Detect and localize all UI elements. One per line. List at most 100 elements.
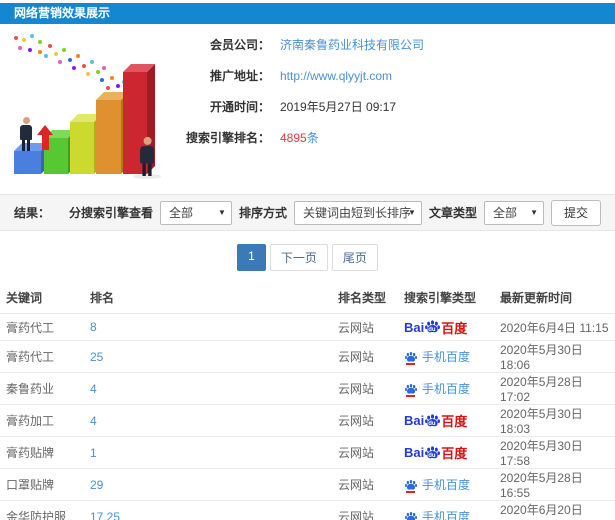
baidu-pc-du: du — [428, 327, 436, 333]
rank-link[interactable]: 29 — [90, 478, 103, 492]
update-time-cell: 2020年6月4日 11:15 — [500, 320, 609, 335]
rank-type-cell: 云网站 — [338, 350, 375, 364]
update-time-cell: 2020年5月28日 17:02 — [500, 375, 583, 404]
engine-view-select[interactable]: 全部 ▼ — [159, 200, 232, 225]
submit-button[interactable]: 提交 — [550, 199, 601, 226]
member-company-link[interactable]: 济南秦鲁药业科技有限公司 — [280, 36, 424, 53]
baidu-pc-logo: Bai du 百度 — [404, 411, 467, 430]
bar-blue — [14, 151, 41, 174]
engine-view-label: 分搜索引擎查看 — [68, 206, 153, 220]
rank-type-cell: 云网站 — [338, 446, 375, 460]
baidu-pc-logo: Bai du 百度 — [404, 318, 467, 337]
sort-label: 排序方式 — [238, 206, 287, 220]
page-header: 网络营销效果展示 — [0, 3, 615, 24]
member-info-section: 会员公司： 济南秦鲁药业科技有限公司 推广地址： http://www.qlyy… — [0, 24, 615, 186]
baidu-pc-cn: 百度 — [441, 446, 468, 461]
baidu-mobile-label: 手机百度 — [422, 477, 471, 492]
chevron-down-icon: ▼ — [218, 207, 226, 217]
up-arrow-icon — [37, 125, 53, 150]
open-time-row: 开通时间： 2019年5月27日 09:17 — [178, 98, 424, 115]
page-1-button[interactable]: 1 — [237, 244, 266, 271]
update-time-cell: 2020年5月30日 17:58 — [500, 439, 583, 468]
baidu-mobile-logo: 手机百度 — [404, 508, 470, 520]
table-row: 膏药加工 4 云网站 Bai du 百度 2020年5月30日 18:03 — [0, 404, 615, 437]
baidu-mobile-label: 手机百度 — [422, 381, 471, 396]
bar-orange — [96, 100, 121, 174]
table-row: 秦鲁药业 4 云网站 手机百度 2020年5月28日 17:02 — [0, 372, 615, 405]
filter-controls: 分搜索引擎查看 全部 ▼ 排序方式 关键词由短到长排序 ▼ 文章类型 全部 ▼ … — [68, 199, 601, 226]
baidu-paw-icon — [404, 382, 418, 397]
rank-count: 4895 — [280, 131, 307, 145]
update-time-cell: 2020年5月28日 16:55 — [500, 471, 583, 500]
baidu-pc-du: du — [428, 420, 436, 427]
baidu-pc-bai: Bai — [404, 413, 425, 428]
result-label: 结果： — [14, 206, 51, 220]
keyword-cell: 膏药贴牌 — [6, 446, 55, 460]
table-row: 膏药代工 8 云网站 Bai du 百度 2020年6月4日 11:15 — [0, 313, 615, 341]
header-keyword: 关键词 — [6, 291, 43, 305]
header-engine-type: 搜索引擎类型 — [404, 291, 477, 305]
header-rank: 排名 — [90, 291, 115, 305]
table-row: 口罩贴牌 29 云网站 手机百度 2020年5月28日 16:55 — [0, 468, 615, 501]
baidu-paw-icon — [404, 510, 418, 520]
baidu-paw-icon — [404, 478, 418, 493]
update-time-cell: 2020年6月20日 09:25 — [500, 503, 583, 520]
engine-rank-row: 搜索引擎排名： 4895条 — [178, 129, 424, 146]
sort-selected: 关键词由短到长排序 — [302, 205, 411, 220]
last-page-button[interactable]: 尾页 — [331, 244, 378, 271]
rank-link[interactable]: 25 — [90, 350, 103, 364]
rank-link[interactable]: 4 — [90, 382, 97, 396]
keyword-cell: 金华防护服 — [6, 510, 67, 520]
filter-bar: 结果： 分搜索引擎查看 全部 ▼ 排序方式 关键词由短到长排序 ▼ 文章类型 全… — [0, 194, 615, 231]
keyword-cell: 膏药代工 — [6, 320, 55, 335]
table-row: 金华防护服 17,25 云网站 手机百度 2020年6月20日 09:25 — [0, 500, 615, 520]
baidu-mobile-label: 手机百度 — [422, 509, 471, 520]
update-time-cell: 2020年5月30日 18:06 — [500, 343, 583, 372]
promo-url-label: 推广地址： — [209, 69, 270, 83]
article-type-label: 文章类型 — [428, 206, 477, 220]
pagination: 1 下一页 尾页 — [0, 244, 615, 271]
sort-select[interactable]: 关键词由短到长排序 ▼ — [293, 200, 422, 225]
keyword-cell: 膏药代工 — [6, 350, 55, 364]
member-company-row: 会员公司： 济南秦鲁药业科技有限公司 — [178, 36, 424, 53]
promo-url-row: 推广地址： http://www.qlyyjt.com — [178, 67, 424, 84]
open-time-label: 开通时间： — [209, 100, 270, 114]
baidu-mobile-logo: 手机百度 — [404, 380, 470, 397]
next-page-button[interactable]: 下一页 — [269, 244, 328, 271]
businessman-left-figure — [18, 117, 34, 151]
keyword-cell: 口罩贴牌 — [6, 478, 55, 492]
baidu-pc-cn: 百度 — [441, 320, 468, 336]
growth-chart-illustration — [0, 30, 175, 182]
businessman-right-figure — [138, 136, 156, 176]
baidu-pc-bai: Bai — [404, 319, 425, 335]
page-title: 网络营销效果展示 — [14, 6, 111, 20]
keyword-cell: 秦鲁药业 — [6, 382, 55, 396]
baidu-mobile-label: 手机百度 — [422, 349, 471, 364]
baidu-pc-cn: 百度 — [441, 414, 468, 429]
member-company-label: 会员公司： — [209, 38, 270, 52]
baidu-paw-icon — [404, 350, 418, 365]
rank-type-cell: 云网站 — [338, 478, 375, 492]
promo-url-link[interactable]: http://www.qlyyjt.com — [280, 69, 392, 83]
rank-type-cell: 云网站 — [338, 414, 375, 428]
rank-link[interactable]: 4 — [90, 414, 97, 428]
rank-type-cell: 云网站 — [338, 382, 375, 396]
baidu-pc-du: du — [428, 452, 436, 459]
rank-type-cell: 云网站 — [338, 510, 375, 520]
baidu-pc-logo: Bai du 百度 — [404, 443, 467, 462]
results-table-body: 膏药代工 8 云网站 Bai du 百度 2020年6月4日 11:15 膏药代工 … — [0, 313, 615, 520]
engine-rank-value: 4895条 — [280, 129, 319, 146]
rank-link[interactable]: 1 — [90, 446, 97, 460]
rank-unit: 条 — [306, 131, 319, 145]
rank-link[interactable]: 17,25 — [90, 510, 120, 520]
rank-link[interactable]: 8 — [90, 320, 97, 334]
engine-rank-label: 搜索引擎排名： — [185, 131, 270, 145]
bar-yellow — [70, 122, 94, 174]
baidu-pc-bai: Bai — [404, 445, 425, 460]
engine-view-selected: 全部 — [168, 205, 193, 220]
chevron-down-icon: ▼ — [530, 207, 538, 217]
article-type-selected: 全部 — [492, 205, 517, 220]
article-type-select[interactable]: 全部 ▼ — [483, 200, 544, 225]
table-row: 膏药贴牌 1 云网站 Bai du 百度 2020年5月30日 17:58 — [0, 436, 615, 469]
update-time-cell: 2020年5月30日 18:03 — [500, 407, 583, 436]
